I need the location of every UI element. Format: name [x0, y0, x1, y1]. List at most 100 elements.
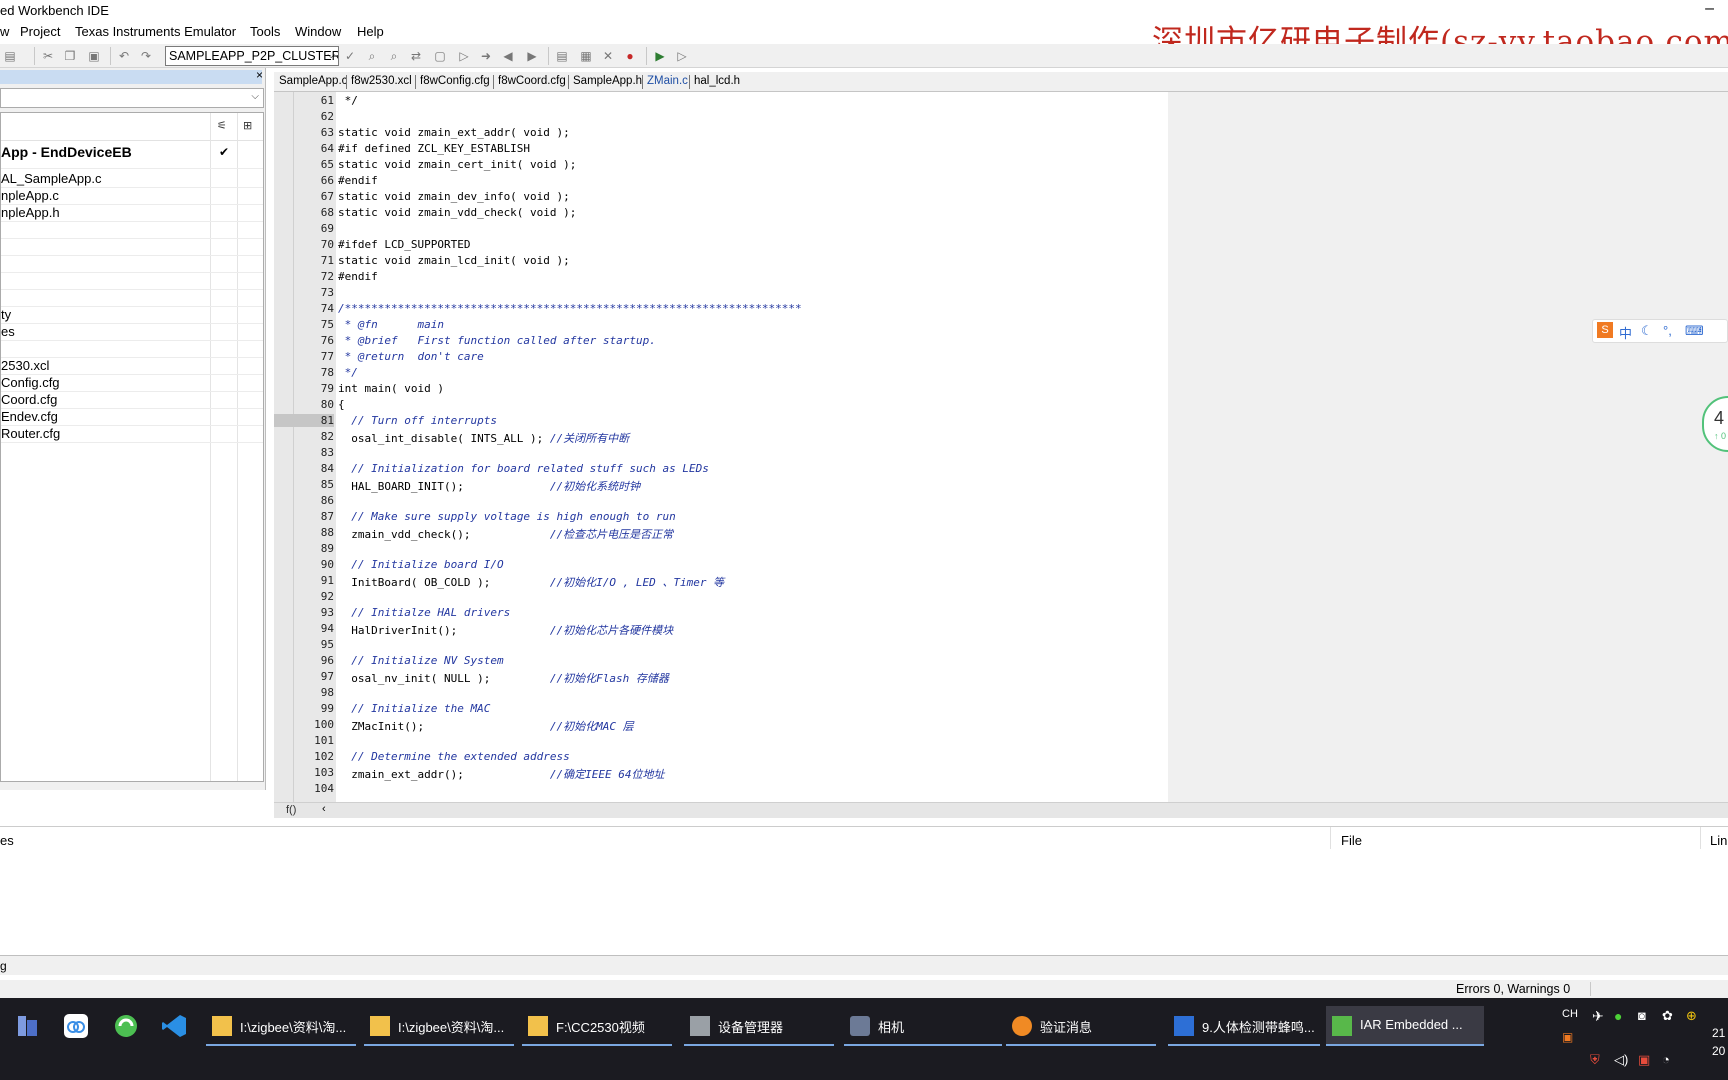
- code-line[interactable]: // Initialize NV System: [338, 654, 503, 667]
- tab-sampleapp-h[interactable]: SampleApp.h: [573, 75, 642, 87]
- monitor-icon[interactable]: ▣: [1638, 1052, 1650, 1068]
- line-column-header[interactable]: Lin: [1710, 833, 1727, 848]
- code-line[interactable]: osal_int_disable( INTS_ALL ); //关闭所有中断: [338, 430, 629, 446]
- task-verify-message[interactable]: 验证消息: [1006, 1006, 1156, 1046]
- tree-file-item[interactable]: npleApp.c: [1, 188, 263, 205]
- code-line[interactable]: osal_nv_init( NULL ); //初始化Flash 存储器: [338, 670, 669, 686]
- code-line[interactable]: HAL_BOARD_INIT(); //初始化系统时钟: [338, 478, 640, 494]
- tab-sampleapp-c[interactable]: SampleApp.c: [279, 75, 347, 87]
- code-line[interactable]: * @brief First function called after sta…: [338, 334, 656, 347]
- tab-f8w2530-xcl[interactable]: f8w2530.xcl: [351, 75, 412, 87]
- pinwheel-icon[interactable]: ✿: [1662, 1008, 1673, 1024]
- tab-build-log[interactable]: g: [0, 959, 7, 973]
- tree-file-item[interactable]: [1, 290, 263, 307]
- undo-icon[interactable]: ↶: [116, 48, 132, 64]
- network-icon[interactable]: ◔: [1662, 1052, 1670, 1067]
- code-line[interactable]: * @fn main: [338, 318, 444, 331]
- tree-file-item[interactable]: Config.cfg: [1, 375, 263, 392]
- function-navigator-icon[interactable]: f(): [286, 804, 296, 816]
- compile-icon[interactable]: ▤: [554, 48, 570, 64]
- menu-ti-emulator[interactable]: Texas Instruments Emulator: [75, 24, 236, 39]
- check-icon[interactable]: ✓: [342, 48, 358, 64]
- code-line[interactable]: zmain_ext_addr(); //确定IEEE 64位地址: [338, 766, 664, 782]
- menu-project[interactable]: Project: [20, 24, 60, 39]
- find-icon[interactable]: ⌕: [364, 48, 380, 64]
- code-line[interactable]: */: [338, 366, 358, 379]
- code-line[interactable]: #endif: [338, 174, 378, 187]
- next-bookmark-icon[interactable]: ➜: [478, 48, 494, 64]
- task-visio[interactable]: 9.人体检测带蜂鸣...: [1168, 1006, 1320, 1046]
- code-line[interactable]: // Turn off interrupts: [338, 414, 497, 427]
- tree-file-item[interactable]: npleApp.h: [1, 205, 263, 222]
- code-line[interactable]: static void zmain_vdd_check( void );: [338, 206, 576, 219]
- security-shield-icon[interactable]: ⛨: [1590, 1052, 1600, 1068]
- tree-file-item[interactable]: [1, 222, 263, 239]
- cut-icon[interactable]: ✂: [40, 48, 56, 64]
- code-line[interactable]: // Initialize the MAC: [338, 702, 490, 715]
- breakpoint-gutter[interactable]: [274, 92, 294, 802]
- code-line[interactable]: int main( void ): [338, 382, 444, 395]
- configuration-select[interactable]: SAMPLEAPP_P2P_CLUSTER ⌵: [165, 46, 339, 66]
- airplane-icon[interactable]: ✈: [1592, 1008, 1604, 1025]
- tab-hal-lcd-h[interactable]: hal_lcd.h: [694, 75, 740, 87]
- code-line[interactable]: static void zmain_ext_addr( void );: [338, 126, 570, 139]
- options-column-icon[interactable]: ⚟: [217, 119, 231, 132]
- tab-f8wconfig-cfg[interactable]: f8wConfig.cfg: [420, 75, 490, 87]
- copy-icon[interactable]: ❐: [62, 48, 78, 64]
- tree-file-item[interactable]: Router.cfg: [1, 426, 263, 443]
- volume-icon[interactable]: ◁): [1614, 1052, 1628, 1068]
- stop-build-icon[interactable]: ✕: [600, 48, 616, 64]
- tree-project-node[interactable]: App - EndDeviceEB ✔: [1, 141, 263, 169]
- bookmark-icon[interactable]: ▷: [456, 48, 472, 64]
- tree-file-item[interactable]: AL_SampleApp.c: [1, 171, 263, 188]
- code-line[interactable]: #if defined ZCL_KEY_ESTABLISH: [338, 142, 530, 155]
- make-icon[interactable]: ▦: [578, 48, 594, 64]
- tab-zmain-c[interactable]: ZMain.c: [647, 75, 688, 87]
- code-line[interactable]: // Determine the extended address: [338, 750, 570, 763]
- code-line[interactable]: #endif: [338, 270, 378, 283]
- code-line[interactable]: #ifdef LCD_SUPPORTED: [338, 238, 470, 251]
- scroll-left-icon[interactable]: ‹: [322, 803, 326, 815]
- navigate-back-icon[interactable]: ◀: [500, 48, 516, 64]
- tree-group-item[interactable]: es: [1, 324, 263, 341]
- workspace-config-select[interactable]: ⌵: [0, 88, 264, 108]
- messages-column-header[interactable]: es: [0, 833, 14, 848]
- code-line[interactable]: // Initialization for board related stuf…: [338, 462, 709, 475]
- code-line[interactable]: {: [338, 398, 345, 411]
- task-explorer-3[interactable]: F:\CC2530视频: [522, 1006, 672, 1046]
- building-app-icon[interactable]: [14, 1012, 42, 1040]
- debug-without-download-icon[interactable]: ▷: [674, 48, 690, 64]
- code-line[interactable]: static void zmain_cert_init( void );: [338, 158, 576, 171]
- code-line[interactable]: */: [338, 94, 358, 107]
- tree-file-item[interactable]: Coord.cfg: [1, 392, 263, 409]
- code-line[interactable]: static void zmain_dev_info( void );: [338, 190, 570, 203]
- code-editor[interactable]: 61 62 63 64 65 66 67 68 69 70 71 72 73 74 75 76 77 78 79 80…: [274, 92, 1728, 802]
- menu-window[interactable]: Window: [295, 24, 341, 39]
- file-column-header[interactable]: File: [1341, 833, 1362, 848]
- task-camera[interactable]: 相机: [844, 1006, 1002, 1046]
- code-line[interactable]: zmain_vdd_check(); //检查芯片电压是否正常: [338, 526, 673, 542]
- horizontal-scrollbar[interactable]: f() ‹: [274, 802, 1728, 818]
- paste-icon[interactable]: ▣: [86, 48, 102, 64]
- clock-time[interactable]: 21: [1712, 1026, 1725, 1040]
- redo-icon[interactable]: ↷: [138, 48, 154, 64]
- code-line[interactable]: ZMacInit(); //初始化MAC 层: [338, 718, 633, 734]
- menu-tools[interactable]: Tools: [250, 24, 280, 39]
- navigate-forward-icon[interactable]: ▶: [524, 48, 540, 64]
- download-debug-icon[interactable]: ▶: [652, 48, 668, 64]
- tab-f8wcoord-cfg[interactable]: f8wCoord.cfg: [498, 75, 566, 87]
- sogou-tray-icon[interactable]: ▣: [1562, 1030, 1573, 1044]
- tree-file-item[interactable]: Endev.cfg: [1, 409, 263, 426]
- wechat-icon[interactable]: ●: [1614, 1008, 1622, 1024]
- punctuation-icon[interactable]: °,: [1663, 323, 1672, 338]
- tree-file-item[interactable]: [1, 273, 263, 290]
- keyboard-icon[interactable]: ⌨: [1685, 323, 1704, 339]
- tree-file-item[interactable]: 2530.xcl: [1, 358, 263, 375]
- input-language[interactable]: CH: [1562, 1008, 1578, 1020]
- browser-icon[interactable]: [112, 1012, 140, 1040]
- task-iar-embedded[interactable]: IAR Embedded ...: [1326, 1006, 1484, 1046]
- vscode-icon[interactable]: [160, 1012, 188, 1040]
- replace-icon[interactable]: ⇄: [408, 48, 424, 64]
- print-icon[interactable]: ▤: [2, 48, 18, 64]
- tree-group-item[interactable]: ty: [1, 307, 263, 324]
